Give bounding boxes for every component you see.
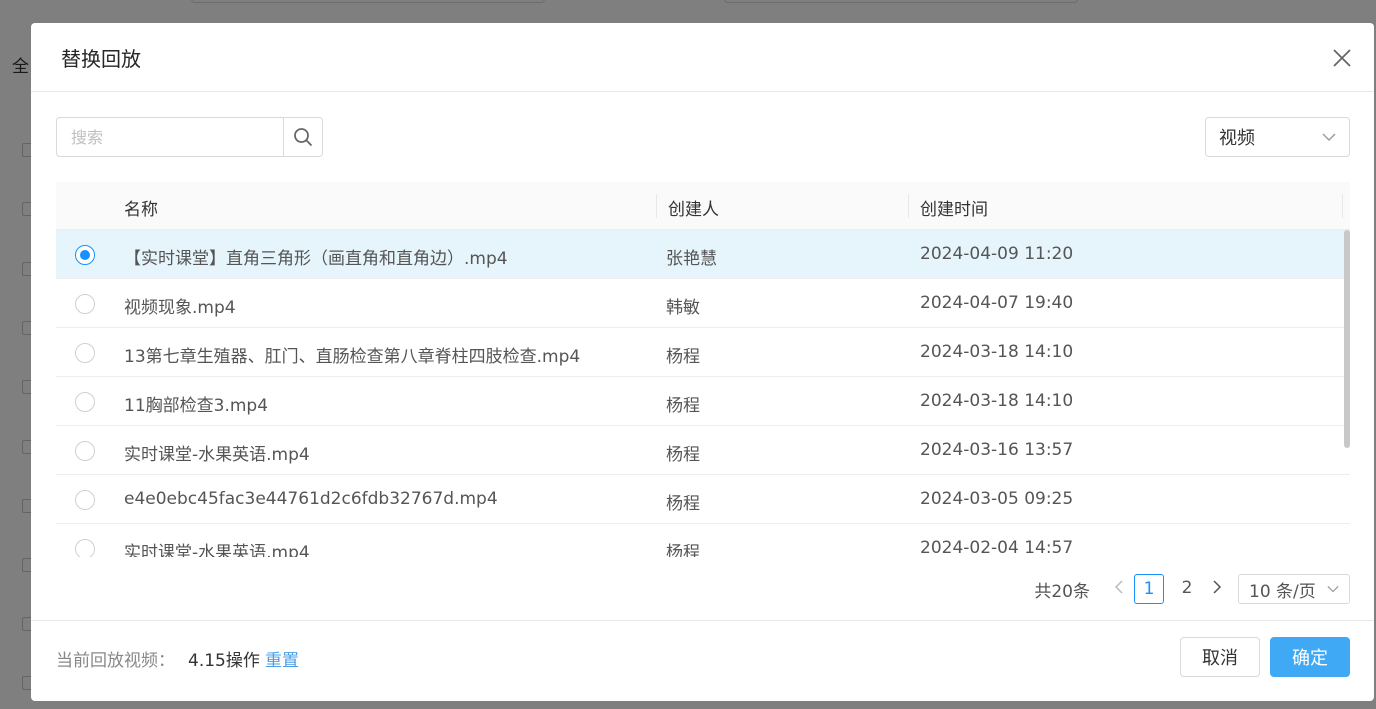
column-divider xyxy=(908,194,909,218)
confirm-button[interactable]: 确定 xyxy=(1270,637,1350,677)
chevron-down-icon xyxy=(1327,586,1339,593)
row-name: 11胸部检查3.mp4 xyxy=(124,396,269,416)
table-row[interactable]: 【实时课堂】直角三角形（画直角和直角边）.mp4 张艳慧 2024-04-09 … xyxy=(56,230,1350,279)
table-row[interactable]: 实时课堂-水果英语.mp4 杨程 2024-02-04 14:57 xyxy=(56,524,1350,557)
row-name: 13第七章生殖器、肛门、直肠检查第八章脊柱四肢检查.mp4 xyxy=(124,347,581,367)
table-row[interactable]: 13第七章生殖器、肛门、直肠检查第八章脊柱四肢检查.mp4 杨程 2024-03… xyxy=(56,328,1350,377)
row-time: 2024-04-07 19:40 xyxy=(920,293,1074,313)
row-radio[interactable] xyxy=(75,490,95,510)
page-size-select[interactable]: 10 条/页 xyxy=(1238,574,1350,604)
table-row[interactable]: 实时课堂-水果英语.mp4 杨程 2024-03-16 13:57 xyxy=(56,426,1350,475)
row-name: 实时课堂-水果英语.mp4 xyxy=(124,445,310,465)
pagination: 共20条 1 2 10 条/页 xyxy=(1034,574,1350,604)
dialog-title: 替换回放 xyxy=(61,47,141,71)
page-button-2[interactable]: 2 xyxy=(1172,574,1202,604)
row-creator: 杨程 xyxy=(666,494,700,514)
chevron-down-icon xyxy=(1322,133,1336,141)
row-radio[interactable] xyxy=(75,245,95,265)
search-icon xyxy=(294,128,313,147)
row-time: 2024-04-09 11:20 xyxy=(920,244,1074,264)
media-type-value: 视频 xyxy=(1219,128,1255,149)
dialog-footer: 当前回放视频： 4.15操作 重置 取消 确定 xyxy=(31,620,1374,701)
search-button[interactable] xyxy=(283,118,322,156)
table-row[interactable]: e4e0ebc45fac3e44761d2c6fdb32767d.mp4 杨程 … xyxy=(56,475,1350,524)
table-header: 名称 创建人 创建时间 xyxy=(56,182,1350,230)
row-name: 【实时课堂】直角三角形（画直角和直角边）.mp4 xyxy=(124,249,508,269)
row-radio[interactable] xyxy=(75,392,95,412)
row-radio[interactable] xyxy=(75,294,95,314)
row-time: 2024-03-18 14:10 xyxy=(920,391,1074,411)
row-name: 实时课堂-水果英语.mp4 xyxy=(124,543,310,557)
prev-page-button[interactable] xyxy=(1108,579,1130,599)
reset-link[interactable]: 重置 xyxy=(265,646,299,671)
row-creator: 杨程 xyxy=(666,396,700,416)
table-scrollbar[interactable] xyxy=(1344,230,1350,448)
chevron-right-icon xyxy=(1213,580,1222,594)
page-button-1[interactable]: 1 xyxy=(1134,574,1164,604)
row-radio[interactable] xyxy=(75,539,95,557)
next-page-button[interactable] xyxy=(1206,579,1228,599)
close-icon[interactable] xyxy=(1332,48,1352,68)
replace-playback-dialog: 替换回放 视频 名称 创建人 创建时间 xyxy=(31,23,1374,701)
column-divider xyxy=(1342,194,1343,218)
dialog-header: 替换回放 xyxy=(31,23,1374,92)
row-creator: 韩敏 xyxy=(666,298,700,318)
search-input[interactable] xyxy=(57,118,283,156)
current-video-value: 4.15操作 xyxy=(188,651,260,671)
table-body: 【实时课堂】直角三角形（画直角和直角边）.mp4 张艳慧 2024-04-09 … xyxy=(56,230,1350,557)
row-name: e4e0ebc45fac3e44761d2c6fdb32767d.mp4 xyxy=(124,489,498,509)
cancel-button[interactable]: 取消 xyxy=(1180,637,1260,677)
column-divider xyxy=(656,194,657,218)
row-time: 2024-03-05 09:25 xyxy=(920,489,1074,509)
table-row[interactable]: 11胸部检查3.mp4 杨程 2024-03-18 14:10 xyxy=(56,377,1350,426)
current-video-label: 当前回放视频： xyxy=(56,651,175,671)
row-creator: 杨程 xyxy=(666,347,700,367)
row-time: 2024-03-16 13:57 xyxy=(920,440,1074,460)
table-row[interactable]: 视频现象.mp4 韩敏 2024-04-07 19:40 xyxy=(56,279,1350,328)
chevron-left-icon xyxy=(1114,580,1123,594)
column-header-creator: 创建人 xyxy=(668,200,719,220)
row-time: 2024-02-04 14:57 xyxy=(920,538,1074,557)
row-creator: 张艳慧 xyxy=(666,249,717,269)
page-size-value: 10 条/页 xyxy=(1249,581,1316,602)
column-header-name: 名称 xyxy=(124,200,158,220)
media-type-select[interactable]: 视频 xyxy=(1205,117,1350,157)
row-name: 视频现象.mp4 xyxy=(124,298,236,318)
row-time: 2024-03-18 14:10 xyxy=(920,342,1074,362)
video-table: 名称 创建人 创建时间 【实时课堂】直角三角形（画直角和直角边）.mp4 张艳慧… xyxy=(56,182,1350,557)
row-creator: 杨程 xyxy=(666,543,700,557)
search-box xyxy=(56,117,323,157)
row-radio[interactable] xyxy=(75,343,95,363)
pagination-total: 共20条 xyxy=(1034,581,1090,602)
row-radio[interactable] xyxy=(75,441,95,461)
row-creator: 杨程 xyxy=(666,445,700,465)
column-header-time: 创建时间 xyxy=(920,200,988,220)
